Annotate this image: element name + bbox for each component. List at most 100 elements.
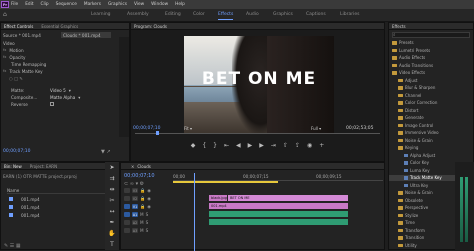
timeline-playhead[interactable] (194, 173, 195, 251)
menu-clip[interactable]: Clip (41, 2, 49, 7)
effects-folder[interactable]: Blur & Sharpen (398, 85, 435, 91)
list-item[interactable]: 001.mp4 (9, 212, 40, 218)
in-point-icon[interactable]: { (202, 142, 206, 149)
marker-icon[interactable]: ◆ (191, 142, 196, 149)
track-label[interactable]: A1 (132, 212, 138, 217)
type-tool-icon[interactable]: T (108, 241, 116, 249)
workspace-libraries[interactable]: Libraries (340, 12, 359, 17)
close-icon[interactable]: × (131, 164, 134, 169)
timeline-clip[interactable]: BET ON ME (228, 195, 348, 201)
tab-project[interactable]: Project: EARN (30, 164, 57, 169)
effects-item[interactable]: Ultra Key (404, 183, 428, 189)
pencil-icon[interactable]: ✎ (4, 243, 8, 249)
selection-tool-icon[interactable]: ➤ (108, 164, 116, 172)
lock-icon[interactable]: 🔒 (140, 188, 145, 194)
list-item[interactable]: 001.mp4 (9, 196, 40, 202)
effects-folder[interactable]: Adjust (398, 78, 418, 84)
menu-help[interactable]: Help (175, 2, 185, 7)
effect-row-track-matte-key[interactable]: fx Track Matte Key (3, 68, 43, 74)
effects-folder[interactable]: Color Correction (398, 100, 437, 106)
slip-tool-icon[interactable]: ↔ (108, 208, 116, 216)
lock-icon[interactable]: 🔒 (140, 196, 145, 202)
effects-folder[interactable]: Noise & Grain (398, 190, 433, 196)
menu-window[interactable]: Window (151, 2, 168, 7)
list-item[interactable]: 001.mp4 (9, 204, 40, 210)
effect-row-opacity[interactable]: fx Opacity (3, 54, 26, 60)
track-target[interactable] (124, 220, 130, 225)
eye-icon[interactable]: ◉ (147, 204, 151, 209)
home-icon[interactable]: ⌂ (3, 12, 9, 18)
workspace-effects[interactable]: Effects (218, 12, 234, 20)
reverse-checkbox[interactable] (50, 102, 54, 106)
effects-folder[interactable]: Immersive Video (398, 130, 439, 136)
track-target[interactable] (124, 204, 130, 209)
mute-icon[interactable]: M (140, 212, 144, 217)
solo-icon[interactable]: S (146, 220, 149, 225)
time-ruler[interactable]: 00;00 00;00;07;15 00;00;09;15 (173, 173, 383, 181)
workspace-color[interactable]: Color (193, 12, 205, 17)
chevron-down-icon[interactable]: ▾ (69, 88, 71, 93)
razor-tool-icon[interactable]: ✂ (108, 197, 116, 205)
program-title[interactable]: Program: Clouds (134, 24, 167, 29)
workspace-assembly[interactable]: Assembly (127, 12, 149, 17)
effects-folder[interactable]: Perspective (398, 205, 428, 211)
menu-edit[interactable]: Edit (25, 2, 33, 7)
effect-controls-mini-timeline[interactable] (119, 37, 129, 137)
solo-icon[interactable]: S (146, 228, 149, 233)
go-to-in-icon[interactable]: ⇤ (224, 142, 229, 149)
step-back-icon[interactable]: ◀ (236, 142, 241, 149)
timeline-title[interactable]: Clouds (137, 164, 151, 169)
workspace-learning[interactable]: Learning (91, 12, 111, 17)
effects-folder[interactable]: Stylize (398, 213, 418, 219)
mute-icon[interactable]: M (140, 228, 144, 233)
menu-file[interactable]: File (11, 2, 18, 7)
menu-sequence[interactable]: Sequence (56, 2, 77, 7)
hand-tool-icon[interactable]: ✋ (108, 230, 116, 238)
tab-essential-graphics[interactable]: Essential Graphics (41, 24, 78, 29)
quality-dropdown[interactable]: Full ▾ (311, 126, 321, 131)
timeline-clip[interactable] (209, 211, 348, 217)
effects-item[interactable]: Alpha Adjust (404, 153, 435, 159)
playhead-icon[interactable] (156, 131, 159, 135)
menu-view[interactable]: View (134, 2, 144, 7)
go-to-out-icon[interactable]: ⇥ (271, 142, 276, 149)
effects-folder[interactable]: Keying (398, 145, 418, 151)
track-label[interactable]: V1 (132, 204, 138, 209)
fit-dropdown[interactable]: Fit ▾ (184, 126, 192, 131)
source-clip-label[interactable]: Source * 001.mp4 (3, 32, 63, 38)
chevron-down-icon[interactable]: ▾ (78, 95, 80, 100)
add-icon[interactable]: + (319, 142, 324, 149)
name-column-label[interactable]: Name (7, 188, 19, 193)
effects-folder[interactable]: Presets (392, 40, 414, 46)
solo-icon[interactable]: S (146, 212, 149, 217)
effects-item[interactable]: Luma Key (404, 168, 430, 174)
effect-row-motion[interactable]: fx Motion (3, 47, 24, 53)
filter-icon[interactable]: ▼ ↗ (101, 149, 111, 155)
effects-folder[interactable]: Video Effects (392, 70, 425, 76)
icon-view-icon[interactable]: ▦ (16, 243, 21, 249)
effect-row-time-remapping[interactable]: Time Remapping (3, 61, 46, 67)
menu-markers[interactable]: Markers (84, 2, 101, 7)
effects-folder[interactable]: Time (398, 220, 415, 226)
effects-folder[interactable]: Lumetri Presets (392, 48, 430, 54)
effects-folder[interactable]: Image Control (398, 123, 433, 129)
track-target[interactable] (124, 212, 130, 217)
pen-tool-icon[interactable]: ✒ (108, 219, 116, 227)
program-video-frame[interactable]: BET ON ME (184, 36, 334, 133)
track-label[interactable]: V2 (132, 196, 138, 201)
out-point-icon[interactable]: } (213, 142, 217, 149)
ripple-edit-tool-icon[interactable]: ⇹ (108, 186, 116, 194)
effects-folder[interactable]: Channel (398, 93, 421, 99)
effects-folder[interactable]: Obsolete (398, 198, 423, 204)
lock-icon[interactable]: 🔒 (140, 204, 145, 210)
timeline-clip[interactable] (209, 219, 348, 225)
track-target[interactable] (124, 196, 130, 201)
effect-controls-timecode[interactable]: 00;00;07;10 (3, 149, 30, 154)
program-scrub-bar[interactable] (135, 133, 380, 134)
track-target[interactable] (124, 228, 130, 233)
extract-icon[interactable]: ⇪ (295, 142, 300, 149)
effects-folder[interactable]: Distort (398, 108, 419, 114)
workspace-editing[interactable]: Editing (165, 12, 181, 17)
effects-folder[interactable]: Audio Effects (392, 55, 425, 61)
workspace-captions[interactable]: Captions (306, 12, 326, 17)
